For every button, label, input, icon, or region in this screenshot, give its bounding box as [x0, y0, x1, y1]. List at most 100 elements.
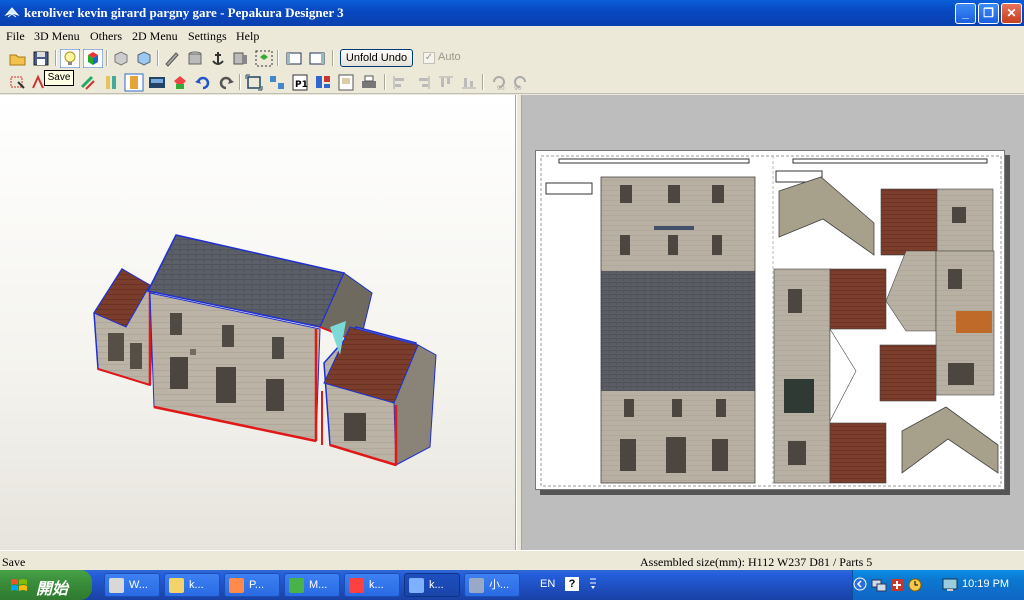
- svg-text:P1: P1: [295, 80, 308, 90]
- part-main-strip: [600, 176, 756, 484]
- window-title: keroliver kevin girard pargny gare - Pep…: [24, 5, 344, 20]
- part-annex-top-right: [880, 188, 994, 256]
- paper-sheet[interactable]: [535, 150, 1005, 490]
- color-cube-icon[interactable]: [83, 49, 103, 68]
- minimize-button[interactable]: _: [955, 3, 976, 24]
- 3d-view-pane[interactable]: [0, 95, 516, 550]
- pencil-icon[interactable]: [162, 49, 182, 68]
- windows-flag-icon: [11, 579, 27, 591]
- taskbar-clock[interactable]: 10:19 PM: [962, 578, 1009, 590]
- print-preview-icon[interactable]: [336, 73, 356, 92]
- flap-switch-icon[interactable]: [101, 73, 121, 92]
- auto-label: Auto: [438, 51, 461, 63]
- cylinder-icon[interactable]: [185, 49, 205, 68]
- toolbar-separator: [482, 74, 484, 90]
- title-bar: keroliver kevin girard pargny gare - Pep…: [0, 0, 1024, 26]
- menu-2d[interactable]: 2D Menu: [132, 29, 178, 44]
- toolbar-separator: [239, 74, 241, 90]
- part-annex-right-middle: [879, 250, 995, 402]
- task-p-app[interactable]: P...: [224, 573, 280, 597]
- align-right-icon: [419, 76, 430, 89]
- pepakura-app-icon[interactable]: [4, 5, 20, 21]
- alert-clock-icon[interactable]: [907, 577, 923, 593]
- pepakura-icon: [409, 578, 424, 593]
- menu-file[interactable]: File: [6, 29, 25, 44]
- task-paint[interactable]: k...: [344, 573, 400, 597]
- svg-text:90: 90: [514, 85, 522, 92]
- menu-3d[interactable]: 3D Menu: [34, 29, 80, 44]
- task-folder[interactable]: k...: [164, 573, 220, 597]
- rotate-left-icon[interactable]: [193, 73, 213, 92]
- start-label: 開始: [36, 581, 69, 598]
- start-button[interactable]: 開始: [0, 570, 92, 600]
- menu-bar: File 3D Menu Others 2D Menu Settings Hel…: [0, 26, 1024, 46]
- task-document[interactable]: 小...: [464, 573, 520, 597]
- flap-icon[interactable]: [78, 73, 98, 92]
- rotate-90-ccw-icon: 90: [493, 76, 505, 92]
- shape-panel-icon[interactable]: [231, 49, 251, 68]
- task-label: P...: [249, 579, 265, 591]
- leaf-icon: [289, 578, 304, 593]
- align-left-icon: [393, 76, 404, 89]
- shape-color-icon[interactable]: [170, 73, 190, 92]
- toolbar-separator: [157, 50, 159, 66]
- open-folder-icon[interactable]: [8, 49, 28, 68]
- toolbar-separator: [55, 50, 57, 66]
- page-number-icon[interactable]: P1: [290, 73, 310, 92]
- task-label: W...: [129, 579, 148, 591]
- part-chevron-top: [778, 176, 875, 256]
- split-view-icon[interactable]: [307, 49, 327, 68]
- ime-options-icon[interactable]: [588, 576, 598, 592]
- maximize-button[interactable]: ❐: [978, 3, 999, 24]
- image-tool-icon[interactable]: [147, 73, 167, 92]
- display-icon[interactable]: [941, 576, 959, 594]
- text-tool-icon[interactable]: [124, 73, 144, 92]
- box-texture-icon[interactable]: [134, 49, 154, 68]
- media-icon: [109, 578, 124, 593]
- right-annex: [321, 321, 437, 467]
- close-button[interactable]: ✕: [1001, 3, 1022, 24]
- anchor-icon[interactable]: [208, 49, 228, 68]
- auto-checkbox[interactable]: ✓: [423, 52, 435, 64]
- task-label: k...: [189, 579, 204, 591]
- align-bottom-icon: [462, 78, 476, 89]
- task-label: k...: [429, 579, 444, 591]
- status-message: Save: [2, 555, 26, 569]
- arrange-icon[interactable]: [267, 73, 287, 92]
- 3d-building-model[interactable]: [0, 95, 516, 550]
- rotate-right-icon[interactable]: [216, 73, 236, 92]
- task-label: M...: [309, 579, 328, 591]
- select-arrow-icon[interactable]: [8, 73, 28, 92]
- tray-expand-icon[interactable]: [853, 577, 867, 591]
- layout-icon[interactable]: [313, 73, 333, 92]
- document-icon: [469, 578, 484, 593]
- single-view-icon[interactable]: [284, 49, 304, 68]
- box-wire-icon[interactable]: [111, 49, 131, 68]
- save-icon[interactable]: [31, 49, 51, 68]
- task-pepakura[interactable]: k...: [404, 573, 460, 597]
- lightbulb-icon[interactable]: [60, 49, 80, 68]
- unfold-undo-button[interactable]: Unfold Undo: [340, 49, 413, 67]
- save-tooltip: Save: [44, 70, 74, 86]
- status-bar: Save Assembled size(mm): H112 W237 D81 /…: [0, 550, 1024, 570]
- fit-view-icon[interactable]: [244, 73, 264, 92]
- toolbar-separator: [384, 74, 386, 90]
- menu-others[interactable]: Others: [90, 29, 122, 44]
- help-icon[interactable]: ?: [565, 577, 579, 591]
- language-indicator[interactable]: EN: [540, 578, 555, 590]
- menu-help[interactable]: Help: [236, 29, 259, 44]
- edit-toolbar: P1 90 90: [0, 70, 1024, 94]
- toolbar-separator: [277, 50, 279, 66]
- menu-settings[interactable]: Settings: [188, 29, 227, 44]
- network-icon[interactable]: [871, 577, 887, 593]
- security-icon[interactable]: [889, 577, 905, 593]
- paint-icon: [349, 578, 364, 593]
- selection-cube-icon[interactable]: [254, 49, 274, 68]
- printer-icon[interactable]: [359, 73, 379, 92]
- task-m-app[interactable]: M...: [284, 573, 340, 597]
- unfolded-parts[interactable]: [536, 151, 1006, 491]
- toolbar-separator: [332, 50, 334, 66]
- task-media-player[interactable]: W...: [104, 573, 160, 597]
- pen-icon: [229, 578, 244, 593]
- svg-text:90: 90: [497, 85, 505, 92]
